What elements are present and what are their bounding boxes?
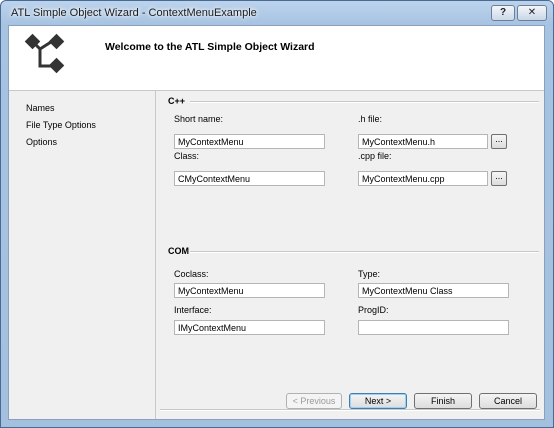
cpp-section-title: C++ bbox=[168, 96, 186, 106]
class-input[interactable]: CMyContextMenu bbox=[174, 171, 325, 186]
h-file-label: .h file: bbox=[358, 114, 383, 124]
nav-item-options[interactable]: Options bbox=[26, 137, 57, 147]
wizard-heading: Welcome to the ATL Simple Object Wizard bbox=[105, 41, 315, 53]
title-bar[interactable]: ATL Simple Object Wizard - ContextMenuEx… bbox=[1, 1, 553, 25]
com-section-separator bbox=[190, 251, 539, 253]
cancel-button[interactable]: Cancel bbox=[479, 393, 537, 409]
coclass-input[interactable]: MyContextMenu bbox=[174, 283, 325, 298]
help-button[interactable]: ? bbox=[491, 5, 515, 21]
cpp-file-label: .cpp file: bbox=[358, 151, 392, 161]
short-name-input[interactable]: MyContextMenu bbox=[174, 134, 325, 149]
nav-item-names[interactable]: Names bbox=[26, 103, 55, 113]
cpp-file-browse-button[interactable]: ... bbox=[491, 171, 507, 186]
com-section-title: COM bbox=[168, 246, 189, 256]
button-separator bbox=[160, 409, 540, 411]
nav-item-file-type-options[interactable]: File Type Options bbox=[26, 120, 96, 130]
finish-button[interactable]: Finish bbox=[414, 393, 472, 409]
type-label: Type: bbox=[358, 269, 381, 279]
interface-input[interactable]: IMyContextMenu bbox=[174, 320, 325, 335]
wizard-window: ATL Simple Object Wizard - ContextMenuEx… bbox=[0, 0, 554, 428]
interface-label: Interface: bbox=[174, 305, 212, 315]
class-label: Class: bbox=[174, 151, 200, 161]
wizard-main-panel: C++ Short name: MyContextMenu .h file: M… bbox=[156, 91, 544, 419]
type-input[interactable]: MyContextMenu Class bbox=[358, 283, 509, 298]
coclass-label: Coclass: bbox=[174, 269, 209, 279]
wizard-header: Welcome to the ATL Simple Object Wizard bbox=[9, 26, 544, 91]
short-name-label: Short name: bbox=[174, 114, 224, 124]
previous-button[interactable]: < Previous bbox=[286, 393, 342, 409]
cpp-file-input[interactable]: MyContextMenu.cpp bbox=[358, 171, 488, 186]
progid-label: ProgID: bbox=[358, 305, 389, 315]
next-button[interactable]: Next > bbox=[349, 393, 407, 409]
wizard-logo-icon bbox=[24, 33, 65, 74]
h-file-browse-button[interactable]: ... bbox=[491, 134, 507, 149]
wizard-client-area: Welcome to the ATL Simple Object Wizard … bbox=[8, 25, 545, 420]
close-button[interactable]: ✕ bbox=[517, 5, 547, 21]
h-file-input[interactable]: MyContextMenu.h bbox=[358, 134, 488, 149]
cpp-section-separator bbox=[190, 101, 539, 103]
window-title: ATL Simple Object Wizard - ContextMenuEx… bbox=[11, 7, 257, 19]
progid-input[interactable] bbox=[358, 320, 509, 335]
wizard-nav: Names File Type Options Options bbox=[9, 91, 156, 419]
